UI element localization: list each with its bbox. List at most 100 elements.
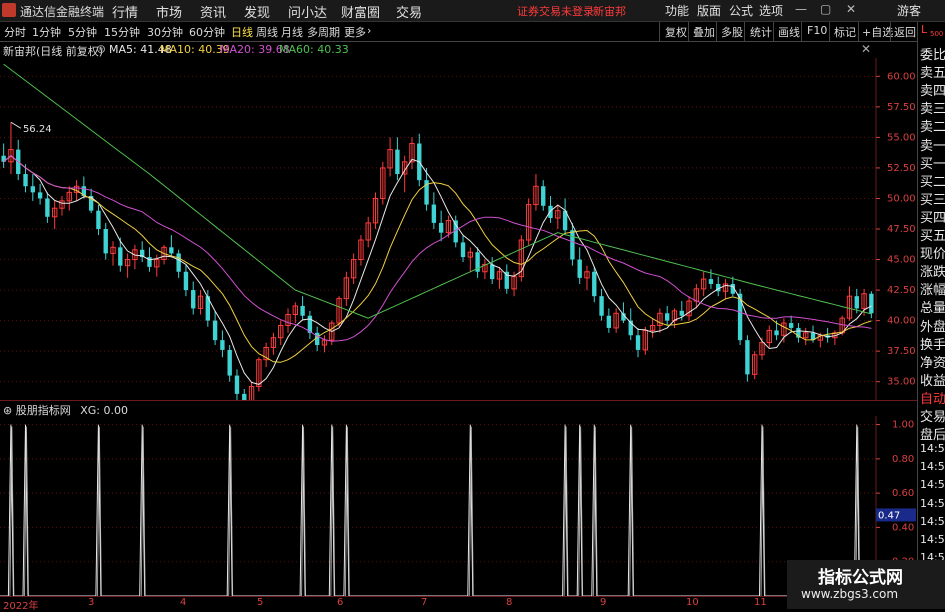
period-15min[interactable]: 15分钟 [104, 24, 140, 40]
price-axis-label: 45.00 [887, 255, 916, 266]
candle [285, 308, 291, 333]
menu-item-discover[interactable]: 发现 [244, 2, 270, 21]
minimize-icon[interactable]: — [795, 2, 807, 16]
button-restore-rights[interactable]: 复权 [665, 24, 687, 40]
info-label: 卖三 [920, 102, 945, 118]
candle [96, 204, 101, 236]
candle [176, 249, 181, 278]
candle [52, 200, 58, 229]
candle [518, 235, 525, 282]
scale-value: 500 [930, 30, 944, 38]
candle [475, 247, 480, 278]
ma60-value: MA60: 40.33 [279, 43, 349, 56]
candle [796, 323, 801, 343]
candle [343, 271, 350, 306]
period-multi[interactable]: 多周期 [307, 24, 340, 40]
period-5min[interactable]: 5分钟 [68, 24, 97, 40]
candle [278, 320, 284, 346]
candle [722, 279, 729, 299]
candle [825, 327, 830, 343]
button-f10[interactable]: F10 [807, 24, 827, 37]
info-label: 买五 [920, 229, 945, 244]
close-chart-icon[interactable]: ✕ [861, 42, 871, 56]
menu-item-layout[interactable]: 版面 [697, 2, 721, 19]
candle [409, 137, 415, 170]
candle [242, 389, 247, 400]
app-title: 通达信金融终端 [20, 5, 105, 19]
info-label: 买一 [920, 156, 945, 172]
menu-item-market[interactable]: 市场 [156, 2, 182, 21]
quote-info-column: 委比 卖五 卖四 卖三 卖二 卖一 买一 买二 买三 买四 买五 现价 涨跌 涨幅 总量 外盘 换手 净资 收益 自动… [917, 41, 945, 609]
info-label: 卖四 [920, 84, 945, 100]
button-draw-line[interactable]: 画线 [778, 24, 800, 40]
menu-item-news[interactable]: 资讯 [200, 2, 226, 21]
settings-arrow-icon[interactable]: ⊛ [96, 42, 106, 56]
more-chevron-icon[interactable]: › [367, 24, 371, 37]
candle [30, 174, 35, 201]
candle [402, 155, 408, 193]
button-mark[interactable]: 标记 [834, 24, 856, 40]
candle [525, 198, 532, 245]
high-price-label: 56.24 [23, 124, 52, 135]
info-label: 自动 [920, 391, 945, 407]
menu-bar: 通达信金融终端 行情 市场 资讯 发现 问小达 财富圈 交易 证券交易未登录 新… [0, 0, 945, 22]
candle [869, 291, 874, 319]
candle [766, 325, 772, 348]
candle [140, 241, 145, 262]
period-timeshare[interactable]: 分时 [4, 24, 26, 40]
date-label: 8 [506, 597, 513, 608]
close-icon[interactable]: ✕ [846, 2, 856, 16]
menu-item-wealth[interactable]: 财富圈 [341, 2, 380, 21]
candle [496, 266, 503, 289]
candle [292, 302, 298, 324]
candle [387, 137, 393, 177]
user-label[interactable]: 游客 [897, 2, 921, 19]
menu-item-trade[interactable]: 交易 [396, 2, 422, 21]
candle [197, 290, 204, 315]
menu-item-assistant[interactable]: 问小达 [288, 2, 327, 21]
period-daily[interactable]: 日线 [231, 24, 253, 40]
candle [169, 235, 174, 258]
candle [737, 288, 743, 346]
price-axis-label: 40.00 [887, 316, 916, 327]
candle [220, 330, 225, 358]
candlestick-chart: 60.00 57.50 55.00 52.50 50.00 47.50 45.00 42.50… [0, 58, 916, 400]
period-1min[interactable]: 1分钟 [32, 24, 61, 40]
info-label: 14:56 [920, 460, 945, 474]
watermark-title: 指标公式网 [818, 568, 903, 588]
period-monthly[interactable]: 月线 [281, 24, 303, 40]
watermark: 指标公式网 www.zbgs3.com [787, 560, 945, 609]
info-label: 卖五 [920, 66, 945, 82]
button-add-watchlist[interactable]: +自选 [862, 24, 893, 40]
maximize-icon[interactable]: ▢ [820, 2, 831, 16]
period-weekly[interactable]: 周线 [256, 24, 278, 40]
menu-item-function[interactable]: 功能 [665, 2, 689, 19]
menu-item-formula[interactable]: 公式 [729, 2, 753, 19]
candle [300, 296, 305, 321]
candle [533, 174, 539, 211]
button-overlay[interactable]: 叠加 [693, 24, 715, 40]
candle [592, 266, 597, 303]
candle [8, 122, 14, 175]
candle [248, 381, 255, 400]
menu-item-quotes[interactable]: 行情 [112, 2, 138, 21]
indicator-axis-label: 0.40 [892, 522, 914, 533]
trade-login-notice[interactable]: 证券交易未登录 [517, 3, 594, 19]
price-axis-label: 35.00 [887, 377, 916, 388]
candle [270, 332, 277, 355]
period-more[interactable]: 更多 [344, 24, 366, 40]
info-label: 14:56 [920, 532, 945, 546]
button-statistics[interactable]: 统计 [750, 24, 772, 40]
button-back[interactable]: 返回 [894, 24, 916, 40]
info-label: 14:56 [920, 496, 945, 510]
candle [45, 192, 50, 223]
period-30min[interactable]: 30分钟 [147, 24, 183, 40]
indicator-current-value: 0.47 [878, 510, 900, 521]
candle [431, 192, 437, 229]
candle [665, 305, 670, 326]
button-multi-stock[interactable]: 多股 [721, 24, 743, 40]
info-label: 总量 [920, 301, 945, 317]
period-60min[interactable]: 60分钟 [189, 24, 225, 40]
menu-item-options[interactable]: 选项 [759, 2, 783, 19]
candle [438, 210, 444, 242]
